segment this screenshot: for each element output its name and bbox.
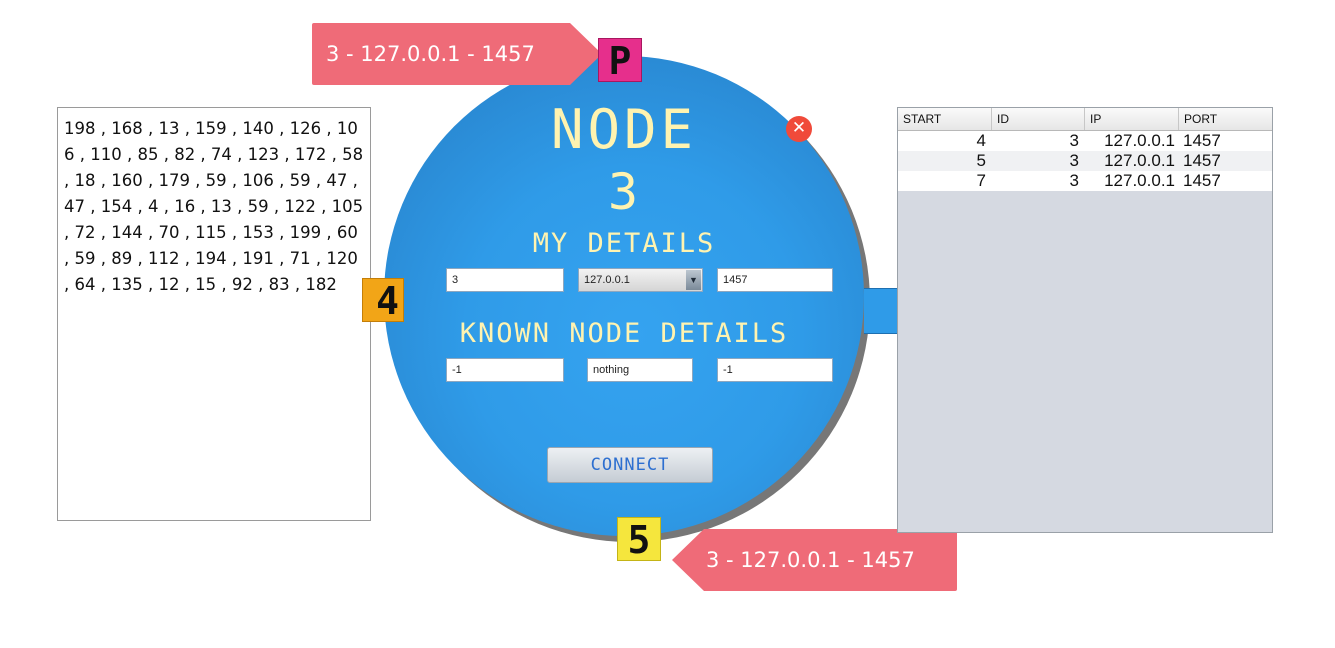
cell-start: 4 [976,131,986,150]
my-port-field[interactable]: 1457 [717,268,833,292]
chevron-down-icon[interactable]: ▼ [686,270,701,290]
column-header-id[interactable]: ID [992,108,1085,130]
known-node-details-label: KNOWN NODE DETAILS [459,318,789,349]
numbers-text: 198 , 168 , 13 , 159 , 140 , 126 , 106 ,… [64,119,369,294]
table-row[interactable]: 4 3 127.0.0.1 1457 [898,131,1272,151]
my-details-label: MY DETAILS [532,228,716,259]
predecessor-callout: 3 - 127.0.0.1 - 1457 [312,23,602,85]
table-body: 4 3 127.0.0.1 1457 5 3 127.0.0.1 1457 7 … [898,131,1272,191]
cell-ip: 127.0.0.1 [1104,131,1175,150]
numbers-text-area[interactable]: 198 , 168 , 13 , 159 , 140 , 126 , 106 ,… [57,107,371,521]
column-header-ip[interactable]: IP [1085,108,1179,130]
cell-id: 3 [1069,151,1079,170]
cell-port: 1457 [1183,151,1221,170]
my-ip-select[interactable]: 127.0.0.1 ▼ [578,268,703,292]
my-id-field[interactable]: 3 [446,268,564,292]
cell-port: 1457 [1183,171,1221,190]
column-header-port[interactable]: PORT [1179,108,1272,130]
cell-id: 3 [1069,131,1079,150]
table-row[interactable]: 5 3 127.0.0.1 1457 [898,151,1272,171]
cell-ip: 127.0.0.1 [1104,171,1175,190]
node-number: 3 [607,163,641,221]
known-ip-field[interactable]: nothing [587,358,693,382]
cell-start: 5 [976,151,986,170]
known-port-field[interactable]: -1 [717,358,833,382]
connect-button[interactable]: CONNECT [547,447,713,483]
cell-id: 3 [1069,171,1079,190]
finger-table: START ID IP PORT 4 3 127.0.0.1 1457 5 3 … [897,107,1273,533]
known-id-field[interactable]: -1 [446,358,564,382]
cell-ip: 127.0.0.1 [1104,151,1175,170]
left-node-badge[interactable]: 4 [362,278,404,323]
my-ip-selected-value: 127.0.0.1 [584,274,630,286]
cell-port: 1457 [1183,131,1221,150]
successor-callout: 3 - 127.0.0.1 - 1457 [672,529,957,591]
table-row[interactable]: 7 3 127.0.0.1 1457 [898,171,1272,191]
cell-start: 7 [976,171,986,190]
table-header: START ID IP PORT [898,108,1272,131]
successor-badge[interactable]: 5 [617,517,661,562]
close-icon[interactable]: ✕ [786,116,812,142]
predecessor-badge[interactable]: P [598,38,642,83]
column-header-start[interactable]: START [898,108,992,130]
